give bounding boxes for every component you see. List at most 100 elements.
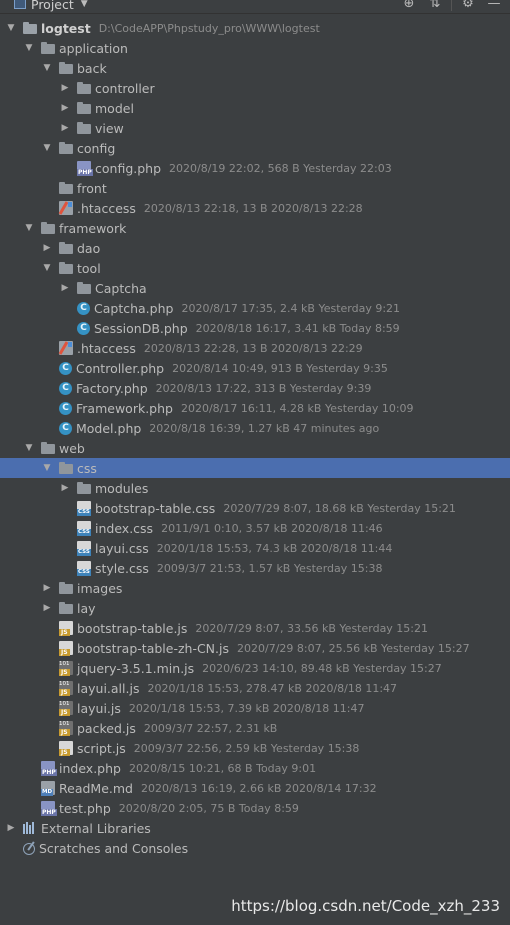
- tree-row[interactable]: Framework.php 2020/8/17 16:11, 4.28 kB Ye…: [0, 398, 510, 418]
- css-file-icon: [77, 561, 91, 576]
- tree-row[interactable]: style.css 2009/3/7 21:53, 1.57 kB Yesterd…: [0, 558, 510, 578]
- tree-item-name: index.php: [59, 760, 121, 776]
- settings-icon[interactable]: ⚙: [460, 0, 476, 12]
- tree-row[interactable]: layui.all.js 2020/1/18 15:53, 278.47 kB 2…: [0, 678, 510, 698]
- expand-right-icon[interactable]: ▶: [60, 483, 70, 493]
- tree-row[interactable]: ▼ config: [0, 138, 510, 158]
- tree-row[interactable]: packed.js 2009/3/7 22:57, 2.31 kB: [0, 718, 510, 738]
- project-view-selector[interactable]: Project ▼: [14, 0, 88, 13]
- htaccess-file-icon: [59, 201, 73, 215]
- expand-down-icon[interactable]: ▼: [42, 463, 52, 473]
- tree-item-name: layui.js: [77, 700, 121, 716]
- css-file-icon: [77, 501, 91, 516]
- tree-item-meta: 2020/8/20 2:05, 75 B Today 8:59: [118, 801, 299, 815]
- tree-item-meta: D:\CodeAPP\Phpstudy_pro\WWW\logtest: [98, 21, 320, 35]
- expand-down-icon[interactable]: ▼: [24, 43, 34, 53]
- tree-row[interactable]: test.php 2020/8/20 2:05, 75 B Today 8:59: [0, 798, 510, 818]
- expand-right-icon[interactable]: ▶: [6, 823, 16, 833]
- hide-icon[interactable]: —: [486, 0, 502, 12]
- tree-item-meta: 2020/1/18 15:53, 278.47 kB 2020/8/18 11:…: [147, 681, 398, 695]
- tree-row[interactable]: bootstrap-table.js 2020/7/29 8:07, 33.56 …: [0, 618, 510, 638]
- tree-item-meta: 2020/8/13 22:18, 13 B 2020/8/13 22:28: [143, 201, 363, 215]
- tree-item-meta: 2020/7/29 8:07, 25.56 kB Yesterday 15:27: [237, 641, 470, 655]
- tree-row[interactable]: .htaccess 2020/8/13 22:18, 13 B 2020/8/13…: [0, 198, 510, 218]
- expand-down-icon[interactable]: ▼: [24, 443, 34, 453]
- js-file-icon: [59, 641, 73, 656]
- folder-icon: [77, 81, 91, 95]
- tree-row[interactable]: bootstrap-table-zh-CN.js 2020/7/29 8:07, …: [0, 638, 510, 658]
- expand-right-icon[interactable]: ▶: [42, 243, 52, 253]
- tree-row[interactable]: ▶ dao: [0, 238, 510, 258]
- tree-item-meta: 2020/1/18 15:53, 74.3 kB 2020/8/18 11:44: [156, 541, 393, 555]
- tree-row[interactable]: config.php 2020/8/19 22:02, 568 B Yesterd…: [0, 158, 510, 178]
- expand-right-icon[interactable]: ▶: [60, 283, 70, 293]
- tree-row[interactable]: Model.php 2020/8/18 16:39, 1.27 kB 47 min…: [0, 418, 510, 438]
- expand-down-icon[interactable]: ▼: [6, 23, 16, 33]
- tree-row[interactable]: ▼ framework: [0, 218, 510, 238]
- tree-row[interactable]: Scratches and Consoles: [0, 838, 510, 858]
- minified-js-file-icon: [59, 721, 73, 736]
- tree-row[interactable]: layui.js 2020/1/18 15:53, 7.39 kB 2020/8/…: [0, 698, 510, 718]
- tree-row[interactable]: ▶ Captcha: [0, 278, 510, 298]
- php-class-icon: [59, 401, 72, 415]
- tree-row[interactable]: Controller.php 2020/8/14 10:49, 913 B Yes…: [0, 358, 510, 378]
- expand-right-icon[interactable]: ▶: [60, 83, 70, 93]
- tree-item-name: ReadMe.md: [59, 780, 133, 796]
- htaccess-file-icon: [59, 341, 73, 355]
- expand-right-icon[interactable]: ▶: [60, 103, 70, 113]
- tree-row[interactable]: ▼ tool: [0, 258, 510, 278]
- folder-icon: [77, 101, 91, 115]
- folder-icon: [41, 221, 55, 235]
- php-class-icon: [59, 421, 72, 435]
- tree-item-name: Scratches and Consoles: [39, 840, 189, 856]
- expand-down-icon[interactable]: ▼: [42, 143, 52, 153]
- tree-row[interactable]: ▶ controller: [0, 78, 510, 98]
- expand-down-icon[interactable]: ▼: [42, 63, 52, 73]
- tree-row[interactable]: jquery-3.5.1.min.js 2020/6/23 14:10, 89.4…: [0, 658, 510, 678]
- tree-row[interactable]: Captcha.php 2020/8/17 17:35, 2.4 kB Yeste…: [0, 298, 510, 318]
- tree-row[interactable]: index.css 2011/9/1 0:10, 3.57 kB 2020/8/1…: [0, 518, 510, 538]
- tree-item-name: layui.css: [95, 540, 149, 556]
- expand-right-icon[interactable]: ▶: [42, 583, 52, 593]
- expand-down-icon[interactable]: ▼: [42, 263, 52, 273]
- tree-row[interactable]: ▼ web: [0, 438, 510, 458]
- expand-right-icon[interactable]: ▶: [42, 603, 52, 613]
- tree-item-meta: 2020/8/13 16:19, 2.66 kB 2020/8/14 17:32: [140, 781, 377, 795]
- tree-row[interactable]: front: [0, 178, 510, 198]
- tree-row[interactable]: ReadMe.md 2020/8/13 16:19, 2.66 kB 2020/8…: [0, 778, 510, 798]
- tree-row[interactable]: SessionDB.php 2020/8/18 16:17, 3.41 kB To…: [0, 318, 510, 338]
- tree-row[interactable]: ▶ lay: [0, 598, 510, 618]
- tree-row[interactable]: ▶ images: [0, 578, 510, 598]
- js-file-icon: [59, 741, 73, 756]
- folder-icon: [77, 481, 91, 495]
- php-file-icon: [41, 761, 57, 776]
- tree-row[interactable]: Factory.php 2020/8/13 17:22, 313 B Yester…: [0, 378, 510, 398]
- markdown-file-icon: [41, 781, 55, 796]
- tree-item-name: jquery-3.5.1.min.js: [77, 660, 195, 676]
- tree-row[interactable]: ▼ application: [0, 38, 510, 58]
- folder-icon: [59, 141, 73, 155]
- expand-down-icon[interactable]: ▼: [24, 223, 34, 233]
- tree-row[interactable]: ▼ logtest D:\CodeAPP\Phpstudy_pro\WWW\logt…: [0, 18, 510, 38]
- tree-row[interactable]: ▶ view: [0, 118, 510, 138]
- tree-row[interactable]: ▶ External Libraries: [0, 818, 510, 838]
- toolbar-divider: [451, 0, 452, 11]
- project-icon: [14, 0, 26, 9]
- tree-row[interactable]: ▶ model: [0, 98, 510, 118]
- folder-icon: [23, 21, 37, 35]
- tree-row[interactable]: ▼ css: [0, 458, 510, 478]
- tree-row[interactable]: .htaccess 2020/8/13 22:28, 13 B 2020/8/13…: [0, 338, 510, 358]
- minified-js-file-icon: [59, 661, 73, 676]
- project-view-label: Project: [31, 0, 74, 12]
- tree-row[interactable]: script.js 2009/3/7 22:56, 2.59 kB Yesterd…: [0, 738, 510, 758]
- tree-row[interactable]: layui.css 2020/1/18 15:53, 74.3 kB 2020/8…: [0, 538, 510, 558]
- locate-icon[interactable]: ⊕: [401, 0, 417, 12]
- tree-row[interactable]: index.php 2020/8/15 10:21, 68 B Today 9:0…: [0, 758, 510, 778]
- tree-row[interactable]: ▼ back: [0, 58, 510, 78]
- collapse-all-icon[interactable]: ⇅: [427, 0, 443, 12]
- php-class-icon: [59, 381, 72, 395]
- tree-row[interactable]: bootstrap-table.css 2020/7/29 8:07, 18.68…: [0, 498, 510, 518]
- tree-row[interactable]: ▶ modules: [0, 478, 510, 498]
- expand-right-icon[interactable]: ▶: [60, 123, 70, 133]
- tree-item-name: config.php: [95, 160, 162, 176]
